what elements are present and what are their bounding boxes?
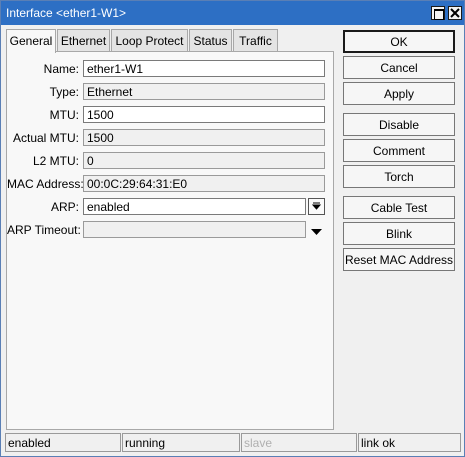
arp-label: ARP: — [50, 200, 79, 214]
comment-button[interactable]: Comment — [343, 139, 455, 162]
tab-general[interactable]: General — [6, 29, 56, 53]
l2-mtu-label: L2 MTU: — [32, 154, 79, 168]
actual-mtu-field: 1500 — [83, 129, 325, 146]
arp-timeout-field[interactable] — [83, 221, 306, 238]
status-link: link ok — [358, 433, 461, 452]
window-title: Interface <ether1-W1> — [6, 6, 127, 20]
mtu-label: MTU: — [49, 108, 79, 122]
mtu-input[interactable]: 1500 — [83, 106, 325, 123]
name-input[interactable]: ether1-W1 — [83, 60, 325, 77]
title-bar[interactable]: Interface <ether1-W1> — [1, 1, 464, 25]
status-enabled: enabled — [5, 433, 121, 452]
name-label: Name: — [43, 62, 79, 76]
status-slave: slave — [241, 433, 357, 452]
reset-mac-address-button[interactable]: Reset MAC Address — [343, 248, 455, 271]
tab-ethernet[interactable]: Ethernet — [57, 29, 110, 52]
tab-loop-protect[interactable]: Loop Protect — [111, 29, 188, 52]
ok-button[interactable]: OK — [343, 30, 455, 53]
maximize-icon[interactable] — [431, 6, 445, 20]
apply-button[interactable]: Apply — [343, 82, 455, 105]
blink-button[interactable]: Blink — [343, 222, 455, 245]
tab-status[interactable]: Status — [189, 29, 232, 52]
status-running: running — [122, 433, 240, 452]
tab-traffic[interactable]: Traffic — [233, 29, 278, 52]
mac-address-label: MAC Address: — [7, 177, 84, 191]
torch-button[interactable]: Torch — [343, 165, 455, 188]
expand-arrow-icon[interactable] — [311, 225, 322, 239]
chevron-down-icon[interactable] — [308, 198, 325, 215]
cancel-button[interactable]: Cancel — [343, 56, 455, 79]
actual-mtu-label: Actual MTU: — [12, 131, 79, 145]
close-icon[interactable] — [448, 6, 462, 20]
disable-button[interactable]: Disable — [343, 113, 455, 136]
mac-address-field: 00:0C:29:64:31:E0 — [83, 175, 325, 192]
general-panel: Name: ether1-W1 Type: Ethernet MTU: 1500… — [6, 51, 334, 430]
interface-window: Interface <ether1-W1> General Ethernet L… — [0, 0, 465, 457]
arp-timeout-label: ARP Timeout: — [7, 223, 81, 237]
type-field: Ethernet — [83, 83, 325, 100]
cable-test-button[interactable]: Cable Test — [343, 196, 455, 219]
l2-mtu-field: 0 — [83, 152, 325, 169]
type-label: Type: — [49, 85, 79, 99]
arp-select[interactable]: enabled — [83, 198, 306, 215]
